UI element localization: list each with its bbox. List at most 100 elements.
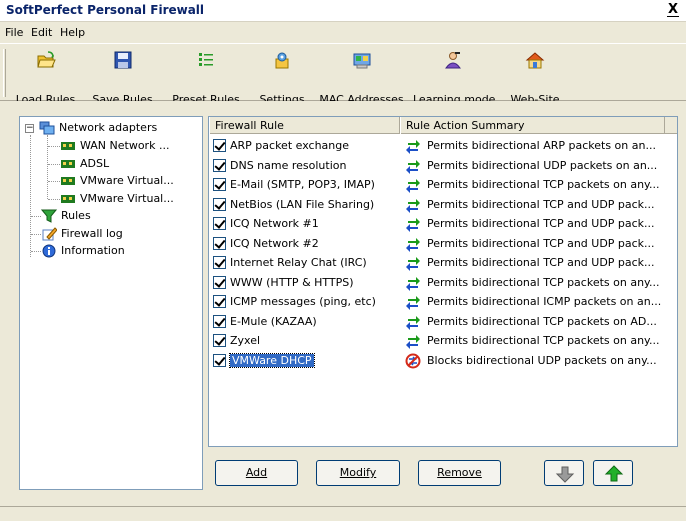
table-row[interactable]: ARP packet exchange Permits bidirectional… xyxy=(209,137,677,155)
rule-enabled-checkbox[interactable] xyxy=(213,295,226,308)
rule-summary: Permits bidirectional ICMP packets on an… xyxy=(427,295,662,308)
table-row[interactable]: ICMP messages (ping, etc) Permits bidirec… xyxy=(209,293,677,311)
load-rules-button[interactable]: Load Rules xyxy=(10,48,81,106)
preset-rules-button[interactable]: Preset Rules xyxy=(165,48,247,106)
move-up-button[interactable] xyxy=(593,460,633,486)
table-row[interactable]: Internet Relay Chat (IRC) Permits bidirec… xyxy=(209,254,677,272)
save-rules-button[interactable]: Save Rules xyxy=(85,48,160,106)
rule-enabled-checkbox[interactable] xyxy=(213,236,226,250)
rule-enabled-checkbox[interactable] xyxy=(213,256,226,269)
table-row[interactable]: WWW (HTTP & HTTPS) Permits bidirectional … xyxy=(209,274,677,292)
permit-arrows-icon xyxy=(406,335,420,349)
table-row[interactable]: ICQ Network #1 Permits bidirectional TCP … xyxy=(209,215,677,233)
rule-enabled-checkbox[interactable] xyxy=(213,314,226,328)
rule-name: VMWare DHCP xyxy=(229,352,315,368)
table-row[interactable]: VMWare DHCP Blocks bidirectional UDP pack… xyxy=(209,352,677,370)
arrow-down-icon xyxy=(555,466,575,483)
tree-item-network-adapters[interactable]: Network adapters xyxy=(39,121,199,135)
permit-arrows-icon xyxy=(406,198,420,213)
navigation-tree: − Network adapters WAN Network ... ADSL … xyxy=(19,116,203,490)
rule-enabled-checkbox[interactable] xyxy=(213,197,226,211)
info-icon xyxy=(42,244,56,258)
network-card-icon xyxy=(61,177,75,185)
status-bar xyxy=(0,506,686,521)
settings-icon xyxy=(275,52,289,69)
tree-collapse-toggle[interactable]: − xyxy=(25,124,34,133)
tree-label-adapter: WAN Network ... xyxy=(80,139,170,152)
learning-mode-button[interactable]: Learning mode xyxy=(413,48,495,106)
rule-enabled-checkbox[interactable] xyxy=(213,178,226,191)
tree-item-adapter-vmware-1[interactable]: VMware Virtual... xyxy=(60,174,200,188)
permit-arrows-icon xyxy=(406,140,420,154)
menu-bar: File Edit Help xyxy=(0,21,686,43)
list-icon xyxy=(199,53,213,66)
rule-enabled-checkbox[interactable] xyxy=(213,334,226,347)
mac-addresses-button[interactable]: MAC Addresses xyxy=(315,48,408,106)
toolbar-grip[interactable] xyxy=(3,49,6,97)
rule-enabled-checkbox[interactable] xyxy=(213,275,226,289)
table-row[interactable]: E-Mule (KAZAA) Permits bidirectional TCP … xyxy=(209,313,677,331)
table-row[interactable]: E-Mail (SMTP, POP3, IMAP) Permits bidirec… xyxy=(209,176,677,194)
close-button[interactable]: X xyxy=(666,2,680,18)
folder-open-icon xyxy=(36,51,56,68)
rule-name: E-Mail (SMTP, POP3, IMAP) xyxy=(230,178,375,191)
rule-summary: Permits bidirectional TCP and UDP pack..… xyxy=(427,236,655,250)
tree-label-adapter: VMware Virtual... xyxy=(80,174,174,187)
permit-arrows-icon xyxy=(406,159,420,174)
move-down-button[interactable] xyxy=(544,460,584,486)
permit-arrows-icon xyxy=(406,296,420,310)
settings-button[interactable]: Settings xyxy=(252,48,312,106)
rule-summary: Permits bidirectional TCP packets on AD.… xyxy=(427,314,657,328)
menu-file[interactable]: File xyxy=(5,26,23,39)
tree-item-adapter-vmware-2[interactable]: VMware Virtual... xyxy=(60,192,200,206)
rule-summary: Permits bidirectional TCP packets on any… xyxy=(427,334,660,347)
table-row[interactable]: Zyxel Permits bidirectional TCP packets o… xyxy=(209,332,677,350)
modify-button[interactable]: Modify xyxy=(316,460,400,486)
rules-list: Firewall Rule Rule Action Summary ARP pa… xyxy=(208,116,678,447)
rule-summary: Permits bidirectional TCP and UDP pack..… xyxy=(427,256,655,269)
menu-edit[interactable]: Edit xyxy=(31,26,52,39)
toolbar: Load Rules Save Rules Preset Rules Setti… xyxy=(0,43,686,106)
rule-name: WWW (HTTP & HTTPS) xyxy=(230,275,354,289)
floppy-disk-icon xyxy=(114,51,131,69)
rule-name: Zyxel xyxy=(230,334,261,347)
rule-name: ICQ Network #2 xyxy=(230,236,319,250)
add-button-label: Add xyxy=(245,466,268,479)
rule-name: E-Mule (KAZAA) xyxy=(230,314,317,328)
rule-enabled-checkbox[interactable] xyxy=(213,158,226,172)
rule-name: ARP packet exchange xyxy=(230,139,349,152)
permit-arrows-icon xyxy=(406,276,420,291)
tree-label-information: Information xyxy=(61,244,125,257)
tree-item-rules[interactable]: Rules xyxy=(41,209,191,223)
rule-enabled-checkbox[interactable] xyxy=(213,353,226,367)
tree-item-adapter-adsl[interactable]: ADSL xyxy=(60,157,200,171)
rule-name: DNS name resolution xyxy=(230,158,347,172)
tree-label-network-adapters: Network adapters xyxy=(59,121,158,134)
filter-icon xyxy=(41,209,57,223)
table-row[interactable]: ICQ Network #2 Permits bidirectional TCP … xyxy=(209,235,677,253)
column-rule-action-summary[interactable]: Rule Action Summary xyxy=(400,117,665,134)
permit-arrows-icon xyxy=(406,218,420,232)
rule-summary: Permits bidirectional TCP and UDP pack..… xyxy=(427,217,655,230)
tree-item-adapter-wan[interactable]: WAN Network ... xyxy=(60,139,200,153)
permit-arrows-icon xyxy=(406,315,420,330)
rule-summary: Permits bidirectional UDP packets on an.… xyxy=(427,158,658,172)
permit-arrows-icon xyxy=(406,237,420,252)
rule-enabled-checkbox[interactable] xyxy=(213,139,226,152)
column-firewall-rule[interactable]: Firewall Rule xyxy=(209,117,400,134)
add-button[interactable]: Add xyxy=(215,460,298,486)
network-adapters-icon xyxy=(39,121,55,135)
menu-help[interactable]: Help xyxy=(60,26,85,39)
web-site-button[interactable]: Web-Site xyxy=(505,48,565,106)
network-card-icon xyxy=(353,53,370,69)
block-icon xyxy=(405,353,421,368)
tree-label-adapter: ADSL xyxy=(80,157,110,170)
rule-enabled-checkbox[interactable] xyxy=(213,217,226,230)
app-window: SoftPerfect Personal Firewall X File Edi… xyxy=(0,0,686,521)
title-bar: SoftPerfect Personal Firewall X xyxy=(0,0,686,21)
table-row[interactable]: DNS name resolution Permits bidirectional… xyxy=(209,157,677,175)
remove-button[interactable]: Remove xyxy=(418,460,501,486)
table-row[interactable]: NetBios (LAN File Sharing) Permits bidire… xyxy=(209,196,677,214)
tree-item-information[interactable]: Information xyxy=(41,244,191,258)
tree-item-firewall-log[interactable]: Firewall log xyxy=(41,227,191,241)
